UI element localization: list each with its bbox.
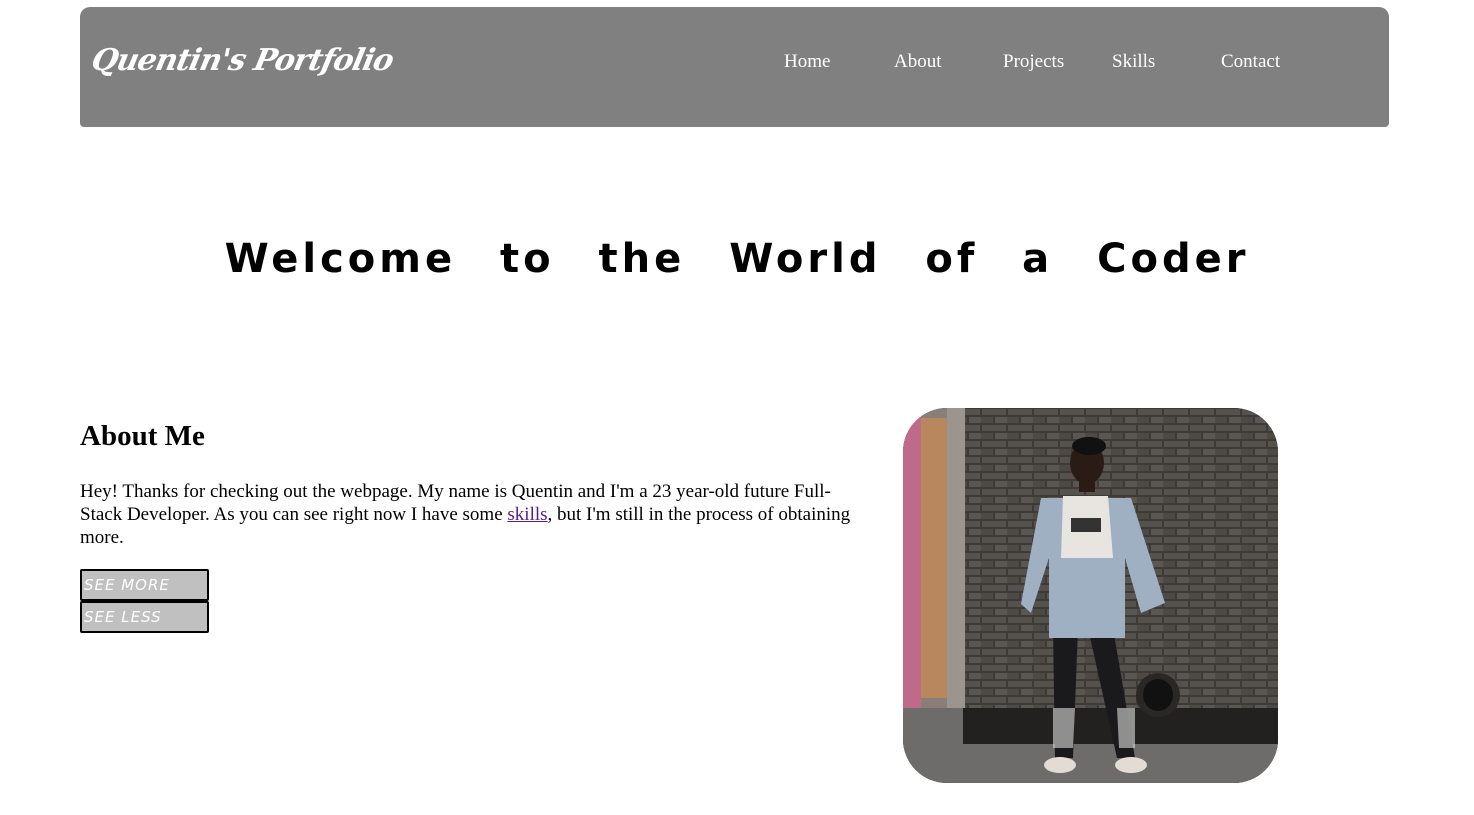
- see-less-button[interactable]: SEE LESS: [80, 601, 209, 633]
- skills-link[interactable]: skills: [507, 504, 547, 525]
- about-paragraph: Hey! Thanks for checking out the webpage…: [80, 480, 870, 549]
- page: Quentin's Portfolio Home About Projects …: [0, 0, 1474, 815]
- hero-title: Welcome to the World of a Coder: [224, 236, 1250, 282]
- profile-photo-illustration: [903, 408, 1278, 783]
- nav-skills[interactable]: Skills: [1112, 51, 1155, 73]
- nav-projects[interactable]: Projects: [1003, 51, 1064, 73]
- nav-about[interactable]: About: [894, 51, 942, 73]
- nav-home[interactable]: Home: [784, 51, 830, 73]
- see-more-button[interactable]: SEE MORE: [80, 569, 209, 601]
- nav-contact[interactable]: Contact: [1221, 51, 1280, 73]
- about-heading: About Me: [80, 420, 205, 452]
- site-header: Quentin's Portfolio Home About Projects …: [80, 7, 1389, 127]
- profile-photo: [903, 408, 1278, 783]
- site-logo[interactable]: Quentin's Portfolio: [88, 43, 396, 78]
